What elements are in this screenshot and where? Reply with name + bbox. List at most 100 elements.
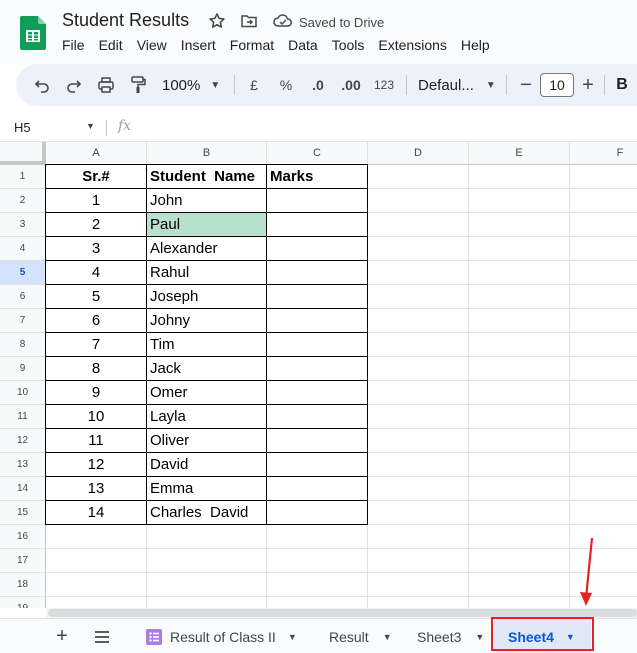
- menu-insert[interactable]: Insert: [181, 37, 216, 53]
- serial-cell[interactable]: 8: [45, 357, 147, 381]
- cell[interactable]: [46, 525, 147, 549]
- serial-cell[interactable]: 7: [45, 333, 147, 357]
- add-sheet-button[interactable]: +: [52, 619, 72, 653]
- column-header-d[interactable]: D: [368, 142, 469, 165]
- sheets-logo[interactable]: [20, 16, 46, 50]
- serial-cell[interactable]: 5: [45, 285, 147, 309]
- cell[interactable]: [267, 525, 368, 549]
- cell[interactable]: [469, 501, 570, 525]
- cell[interactable]: [147, 573, 267, 597]
- cell[interactable]: [267, 573, 368, 597]
- menu-view[interactable]: View: [137, 37, 167, 53]
- marks-cell[interactable]: [267, 381, 368, 405]
- menu-format[interactable]: Format: [230, 37, 274, 53]
- student-name-cell[interactable]: John: [147, 189, 267, 213]
- student-name-cell[interactable]: Paul: [147, 213, 267, 237]
- cell[interactable]: [469, 477, 570, 501]
- scrollbar-thumb[interactable]: [48, 609, 637, 617]
- cell[interactable]: [368, 453, 469, 477]
- serial-cell[interactable]: 10: [45, 405, 147, 429]
- cell[interactable]: [570, 405, 637, 429]
- table-header-cell[interactable]: Sr.#: [45, 164, 147, 189]
- serial-cell[interactable]: 3: [45, 237, 147, 261]
- cell[interactable]: [147, 549, 267, 573]
- zoom-select[interactable]: 100% ▼: [162, 64, 222, 106]
- serial-cell[interactable]: 12: [45, 453, 147, 477]
- column-header-e[interactable]: E: [469, 142, 570, 165]
- sheet-tab-sheet3[interactable]: Sheet3 ▼: [410, 619, 492, 653]
- column-header-f[interactable]: F: [570, 142, 637, 165]
- cell[interactable]: [368, 597, 469, 608]
- row-header[interactable]: 11: [0, 405, 46, 429]
- menu-extensions[interactable]: Extensions: [378, 37, 446, 53]
- cell[interactable]: [570, 501, 637, 525]
- cell[interactable]: [570, 261, 637, 285]
- student-name-cell[interactable]: Emma: [147, 477, 267, 501]
- marks-cell[interactable]: [267, 285, 368, 309]
- undo-button[interactable]: [30, 64, 54, 106]
- bold-button[interactable]: B: [614, 64, 630, 106]
- cell[interactable]: [469, 573, 570, 597]
- marks-cell[interactable]: [267, 429, 368, 453]
- serial-cell[interactable]: 11: [45, 429, 147, 453]
- student-name-cell[interactable]: Tim: [147, 333, 267, 357]
- student-name-cell[interactable]: Omer: [147, 381, 267, 405]
- currency-format-button[interactable]: £: [244, 64, 264, 106]
- cell[interactable]: [469, 429, 570, 453]
- row-header[interactable]: 3: [0, 213, 46, 237]
- redo-button[interactable]: [62, 64, 86, 106]
- marks-cell[interactable]: [267, 237, 368, 261]
- row-header[interactable]: 13: [0, 453, 46, 477]
- row-header[interactable]: 14: [0, 477, 46, 501]
- row-header[interactable]: 2: [0, 189, 46, 213]
- cell[interactable]: [570, 429, 637, 453]
- paint-format-button[interactable]: [126, 64, 150, 106]
- serial-cell[interactable]: 13: [45, 477, 147, 501]
- row-header[interactable]: 15: [0, 501, 46, 525]
- menu-edit[interactable]: Edit: [99, 37, 123, 53]
- cell[interactable]: [469, 213, 570, 237]
- column-header-a[interactable]: A: [46, 142, 147, 165]
- percent-format-button[interactable]: %: [276, 64, 296, 106]
- cell[interactable]: [368, 237, 469, 261]
- cell[interactable]: [368, 165, 469, 189]
- document-title[interactable]: Student Results: [62, 10, 189, 31]
- column-header-c[interactable]: C: [267, 142, 368, 165]
- number-format-button[interactable]: 123: [372, 64, 396, 106]
- cell[interactable]: [368, 309, 469, 333]
- row-header[interactable]: 8: [0, 333, 46, 357]
- row-header[interactable]: 9: [0, 357, 46, 381]
- cell[interactable]: [469, 357, 570, 381]
- move-folder-icon[interactable]: [240, 12, 258, 30]
- cell[interactable]: [368, 549, 469, 573]
- cell[interactable]: [469, 333, 570, 357]
- menu-tools[interactable]: Tools: [332, 37, 365, 53]
- column-header-b[interactable]: B: [147, 142, 267, 165]
- student-name-cell[interactable]: Jack: [147, 357, 267, 381]
- menu-data[interactable]: Data: [288, 37, 318, 53]
- increase-font-size-button[interactable]: +: [580, 64, 596, 106]
- cell[interactable]: [469, 381, 570, 405]
- marks-cell[interactable]: [267, 405, 368, 429]
- student-name-cell[interactable]: Joseph: [147, 285, 267, 309]
- decrease-font-size-button[interactable]: −: [518, 64, 534, 106]
- cell[interactable]: [570, 165, 637, 189]
- all-sheets-button[interactable]: [90, 619, 114, 653]
- row-header[interactable]: 5: [0, 261, 46, 285]
- serial-cell[interactable]: 4: [45, 261, 147, 285]
- row-header[interactable]: 10: [0, 381, 46, 405]
- sheet-tab-result[interactable]: Result ▼: [322, 619, 404, 653]
- cell[interactable]: [368, 261, 469, 285]
- cell[interactable]: [570, 285, 637, 309]
- cell[interactable]: [368, 501, 469, 525]
- cell[interactable]: [570, 189, 637, 213]
- marks-cell[interactable]: [267, 501, 368, 525]
- star-icon[interactable]: [208, 12, 226, 30]
- marks-cell[interactable]: [267, 357, 368, 381]
- decrease-decimal-button[interactable]: .0: [306, 64, 330, 106]
- cell[interactable]: [46, 549, 147, 573]
- marks-cell[interactable]: [267, 453, 368, 477]
- serial-cell[interactable]: 14: [45, 501, 147, 525]
- cell[interactable]: [570, 309, 637, 333]
- cell[interactable]: [570, 477, 637, 501]
